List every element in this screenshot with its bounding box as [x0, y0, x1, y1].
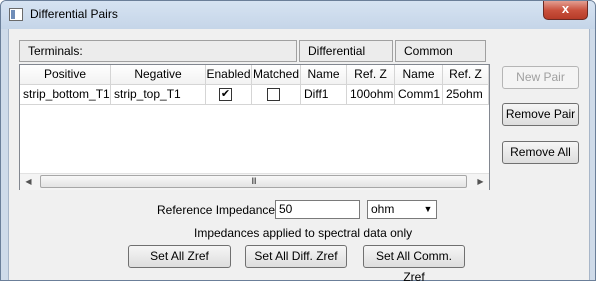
remove-all-button[interactable]: Remove All [502, 141, 579, 164]
scroll-right-icon[interactable]: ▶ [472, 174, 489, 190]
impedance-unit-value: ohm [371, 202, 395, 216]
comm-name-cell[interactable]: Comm1 [395, 85, 443, 105]
column-header-comm-name[interactable]: Name [395, 65, 443, 85]
chevron-down-icon[interactable]: ▼ [421, 202, 435, 217]
matched-cell [252, 85, 301, 105]
column-header-positive[interactable]: Positive [20, 65, 111, 85]
scroll-left-icon[interactable]: ◀ [20, 174, 37, 190]
negative-cell[interactable]: strip_top_T1 [111, 85, 206, 105]
remove-pair-button[interactable]: Remove Pair [502, 103, 579, 126]
impedance-unit-select[interactable]: ohm ▼ [367, 200, 437, 219]
enabled-checkbox[interactable]: ✔ [219, 88, 232, 101]
pairs-grid: Positive Negative Enabled Matched Name R… [19, 64, 490, 190]
diff-refz-cell[interactable]: 100ohm [347, 85, 395, 105]
column-header-matched[interactable]: Matched [252, 65, 301, 85]
reference-impedance-label: Reference Impedance: [157, 203, 279, 217]
diff-name-cell[interactable]: Diff1 [301, 85, 347, 105]
new-pair-button[interactable]: New Pair [502, 66, 579, 89]
column-header-comm-refz[interactable]: Ref. Z [443, 65, 489, 85]
column-header-negative[interactable]: Negative [111, 65, 206, 85]
column-header-diff-refz[interactable]: Ref. Z [347, 65, 395, 85]
common-mode-header: Common Mode: [395, 40, 486, 78]
scrollbar-thumb[interactable]: III [40, 175, 467, 188]
enabled-cell: ✔ [206, 85, 252, 105]
set-all-zref-button[interactable]: Set All Zref [128, 245, 231, 268]
window-title: Differential Pairs [30, 7, 118, 21]
matched-checkbox[interactable] [267, 88, 280, 101]
set-all-diff-zref-button[interactable]: Set All Diff. Zref [245, 245, 347, 268]
comm-refz-cell[interactable]: 25ohm [443, 85, 489, 105]
reference-impedance-input[interactable]: 50 [275, 200, 360, 219]
title-bar: Differential Pairs x [1, 1, 595, 29]
terminals-header: Terminals: [19, 40, 297, 62]
close-button[interactable]: x [543, 1, 588, 20]
window-icon [9, 8, 23, 21]
differential-mode-header: Differential Mode: [299, 40, 393, 78]
column-header-enabled[interactable]: Enabled [206, 65, 252, 85]
impedance-note: Impedances applied to spectral data only [194, 226, 413, 240]
column-header-diff-name[interactable]: Name [301, 65, 347, 85]
set-all-comm-zref-button[interactable]: Set All Comm. Zref [363, 245, 465, 284]
positive-cell[interactable]: strip_bottom_T1 [20, 85, 111, 105]
horizontal-scrollbar[interactable]: ◀ III ▶ [20, 173, 489, 190]
